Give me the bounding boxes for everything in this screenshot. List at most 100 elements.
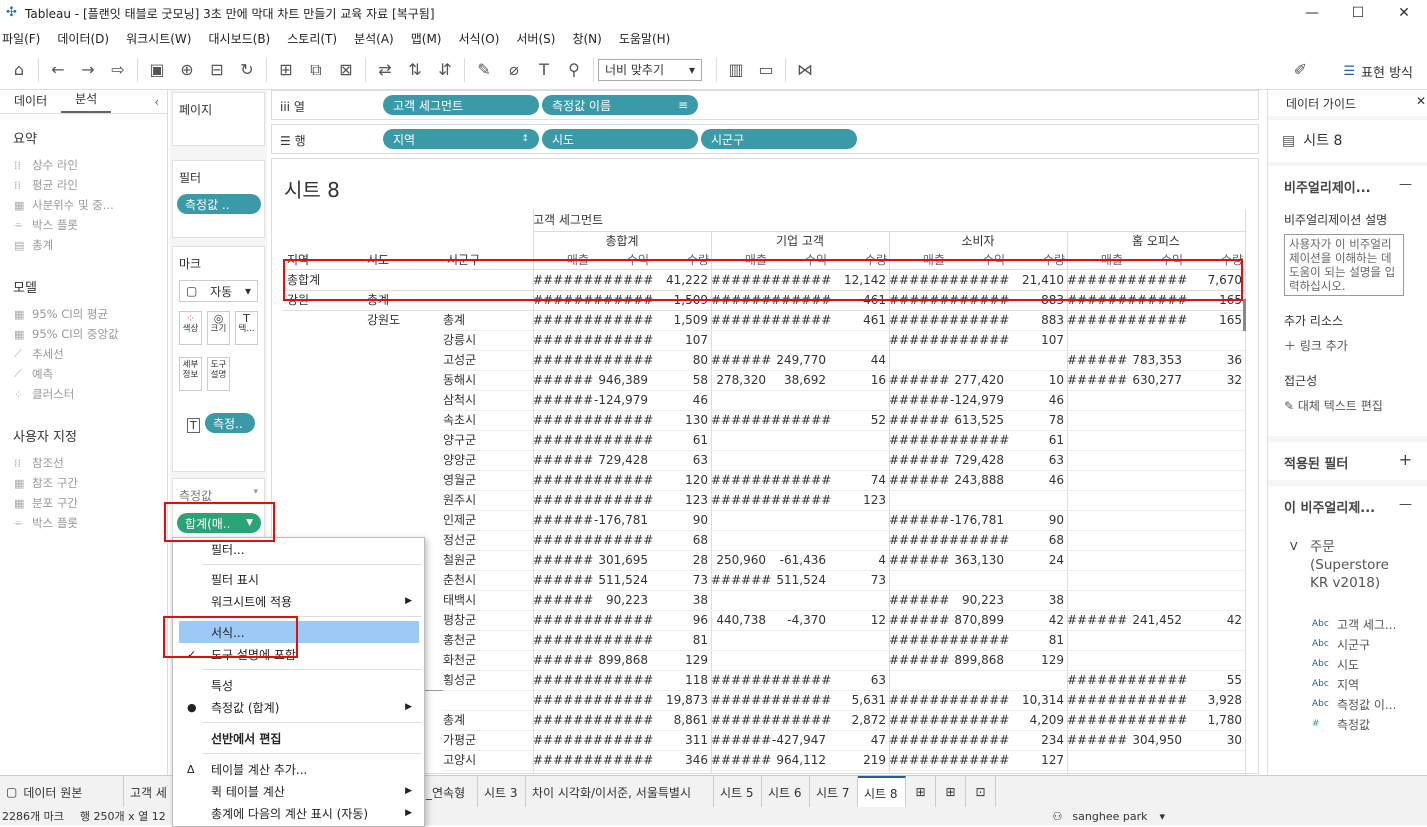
user-name[interactable]: sanghee park [1072,810,1147,823]
menu-dashboard[interactable]: 대시보드(B) [208,30,270,47]
tab-sheet[interactable]: 시트 6 [762,776,810,808]
new-dashboard-icon[interactable]: ⊞ [936,776,966,808]
tab-sheet[interactable]: 고객 세 [124,776,178,808]
menu-item-quick-table-calc[interactable]: 퀵 테이블 계산 ▶ [173,780,424,802]
label-icon[interactable]: T [533,56,555,84]
field-item[interactable]: Abc 측정값 이... [1312,694,1396,714]
menu-window[interactable]: 창(N) [572,30,601,47]
menu-worksheet[interactable]: 워크시트(W) [126,30,191,47]
tooltip-button[interactable]: 도구 설명 [207,357,230,391]
model-item[interactable]: ⁘ 클러스터 [0,384,167,404]
chevron-down-icon[interactable]: ᐯ [1290,540,1298,553]
applied-filters-card[interactable]: 적용된 필터 + [1268,442,1427,480]
field-item[interactable]: Abc 시군구 [1312,634,1396,654]
label-button[interactable]: T 텍... [235,311,258,345]
menu-item-edit-shelf[interactable]: 선반에서 편집 [173,727,424,749]
custom-item[interactable]: ▦ 분포 구간 [0,493,167,513]
menu-analysis[interactable]: 분석(A) [354,30,394,47]
sort-desc-icon[interactable]: ⇵ [434,56,456,84]
field-item[interactable]: Abc 지역 [1312,674,1396,694]
tab-datasource[interactable]: ▢ 데이터 원본 [0,776,124,808]
save-icon[interactable]: ▣ [146,56,168,84]
summary-item[interactable]: ▤ 총계 [0,235,167,255]
menu-help[interactable]: 도움말(H) [619,30,671,47]
show-cards-icon[interactable]: ▥ [725,56,747,84]
tab-sheet[interactable]: 시트 7 [810,776,858,808]
detail-button[interactable]: 세부 정보 [179,357,202,391]
menu-map[interactable]: 맵(M) [411,30,442,47]
datasource-name[interactable]: 주문 (Superstore KR v2018) [1310,538,1410,592]
mark-type-select[interactable]: ▢ 자동 ▾ [179,280,258,302]
viz-header[interactable]: 비주얼리제이... — [1268,166,1427,207]
menu-item-attribute[interactable]: 특성 [173,674,424,696]
tab-sheet[interactable]: 시트 5 [714,776,762,808]
filter-pill[interactable]: 측정값 .. [177,194,261,214]
menu-item-apply-worksheets[interactable]: 워크시트에 적용 ▶ [173,590,424,612]
swap-icon[interactable]: ⇄ [374,56,396,84]
row-pill-city[interactable]: 시군구 [701,129,857,149]
sort-asc-icon[interactable]: ⇅ [404,56,426,84]
pages-card[interactable]: 페이지 [172,92,265,146]
undo-icon[interactable]: ← [47,56,69,84]
this-viz-header[interactable]: 이 비주얼리제... — [1268,486,1427,527]
summary-item[interactable]: ▦ 사분위수 및 중... [0,195,167,215]
plus-icon[interactable]: + [1399,450,1412,469]
tab-sheet[interactable]: _연속형 [420,776,478,808]
model-item[interactable]: ⟋ 예측 [0,364,167,384]
alt-text-button[interactable]: ✎ 대체 텍스트 편집 [1268,393,1427,418]
row-pill-province[interactable]: 시도 [542,129,698,149]
new-worksheet-icon[interactable]: ⊞ [906,776,936,808]
model-item[interactable]: ⟋ 추세선 [0,344,167,364]
custom-item[interactable]: ▦ 참조 구간 [0,473,167,493]
tab-analysis[interactable]: 분석 [61,90,112,113]
group-icon[interactable]: ⌀ [503,56,525,84]
custom-item[interactable]: ⁞⁞ 참조선 [0,453,167,473]
rows-shelf[interactable]: ☰ 행 지역 ↕ 시도 시군구 [271,124,1259,154]
share-icon[interactable]: ⋈ [794,56,816,84]
model-item[interactable]: ▦ 95% CI의 평균 [0,304,167,324]
minimize-button[interactable]: — [1289,0,1335,26]
menu-story[interactable]: 스토리(T) [287,30,337,47]
new-story-icon[interactable]: ⊡ [966,776,996,808]
menu-item-totals-calc[interactable]: 총계에 다음의 계산 표시 (자동) ▶ [173,802,424,824]
column-pill-segment[interactable]: 고객 세그먼트 [383,95,539,115]
menu-data[interactable]: 데이터(D) [57,30,109,47]
columns-shelf[interactable]: iii 열 고객 세그먼트 측정값 이름 ≡ [271,90,1259,120]
chevron-down-icon[interactable]: ▾ [253,487,258,497]
clear-sheet-icon[interactable]: ⊠ [335,56,357,84]
refresh-icon[interactable]: ↻ [236,56,258,84]
show-me-button[interactable]: ☰ 표현 방식 [1343,62,1413,81]
pen-icon[interactable]: ✐ [1294,60,1307,79]
redo-icon[interactable]: → [77,56,99,84]
menu-item-show-filter[interactable]: 필터 표시 [173,568,424,590]
field-item[interactable]: Abc 고객 세그... [1312,614,1396,634]
home-icon[interactable]: ⌂ [8,56,30,84]
duplicate-sheet-icon[interactable]: ⧉ [305,56,327,84]
scrollbar-thumb[interactable] [1243,299,1246,331]
fit-select[interactable]: 너비 맞추기 ▾ [598,58,702,81]
model-item[interactable]: ▦ 95% CI의 중앙값 [0,324,167,344]
marks-pill[interactable]: 측정.. [205,413,255,433]
tab-sheet-active[interactable]: 시트 8 [858,776,906,808]
menu-item-add-table-calc[interactable]: Δ 테이블 계산 추가... [173,758,424,780]
tab-sheet[interactable]: 시트 3 [478,776,526,808]
menu-item-measure[interactable]: ● 측정값 (합계) ▶ [173,696,424,718]
size-button[interactable]: ◎ 크기 [207,311,230,345]
close-icon[interactable]: ✕ [1416,94,1426,108]
field-item[interactable]: Abc 시도 [1312,654,1396,674]
column-pill-measure-names[interactable]: 측정값 이름 ≡ [542,95,698,115]
close-button[interactable]: ✕ [1381,0,1427,26]
custom-item[interactable]: ⌯ 박스 플롯 [0,513,167,533]
tab-sheet[interactable]: 차이 시각화/이서준, 서울특별시 [526,776,714,808]
desc-textarea[interactable]: 사용자가 이 비주얼리제이션을 이해하는 데 도움이 되는 설명을 입력하십시오… [1284,234,1404,296]
new-sheet-icon[interactable]: ⊞ [275,56,297,84]
chevron-down-icon[interactable]: ▾ [1159,810,1165,823]
menu-server[interactable]: 서버(S) [516,30,555,47]
pause-update-icon[interactable]: ⊟ [206,56,228,84]
replay-icon[interactable]: ⇨ [107,56,129,84]
summary-item[interactable]: ⁞⁞ 평균 라인 [0,175,167,195]
menu-format[interactable]: 서식(O) [459,30,500,47]
add-link-button[interactable]: ＋ 링크 추가 [1268,333,1427,358]
summary-item[interactable]: ⁞⁞ 상수 라인 [0,155,167,175]
pin-icon[interactable]: ⚲ [563,56,585,84]
